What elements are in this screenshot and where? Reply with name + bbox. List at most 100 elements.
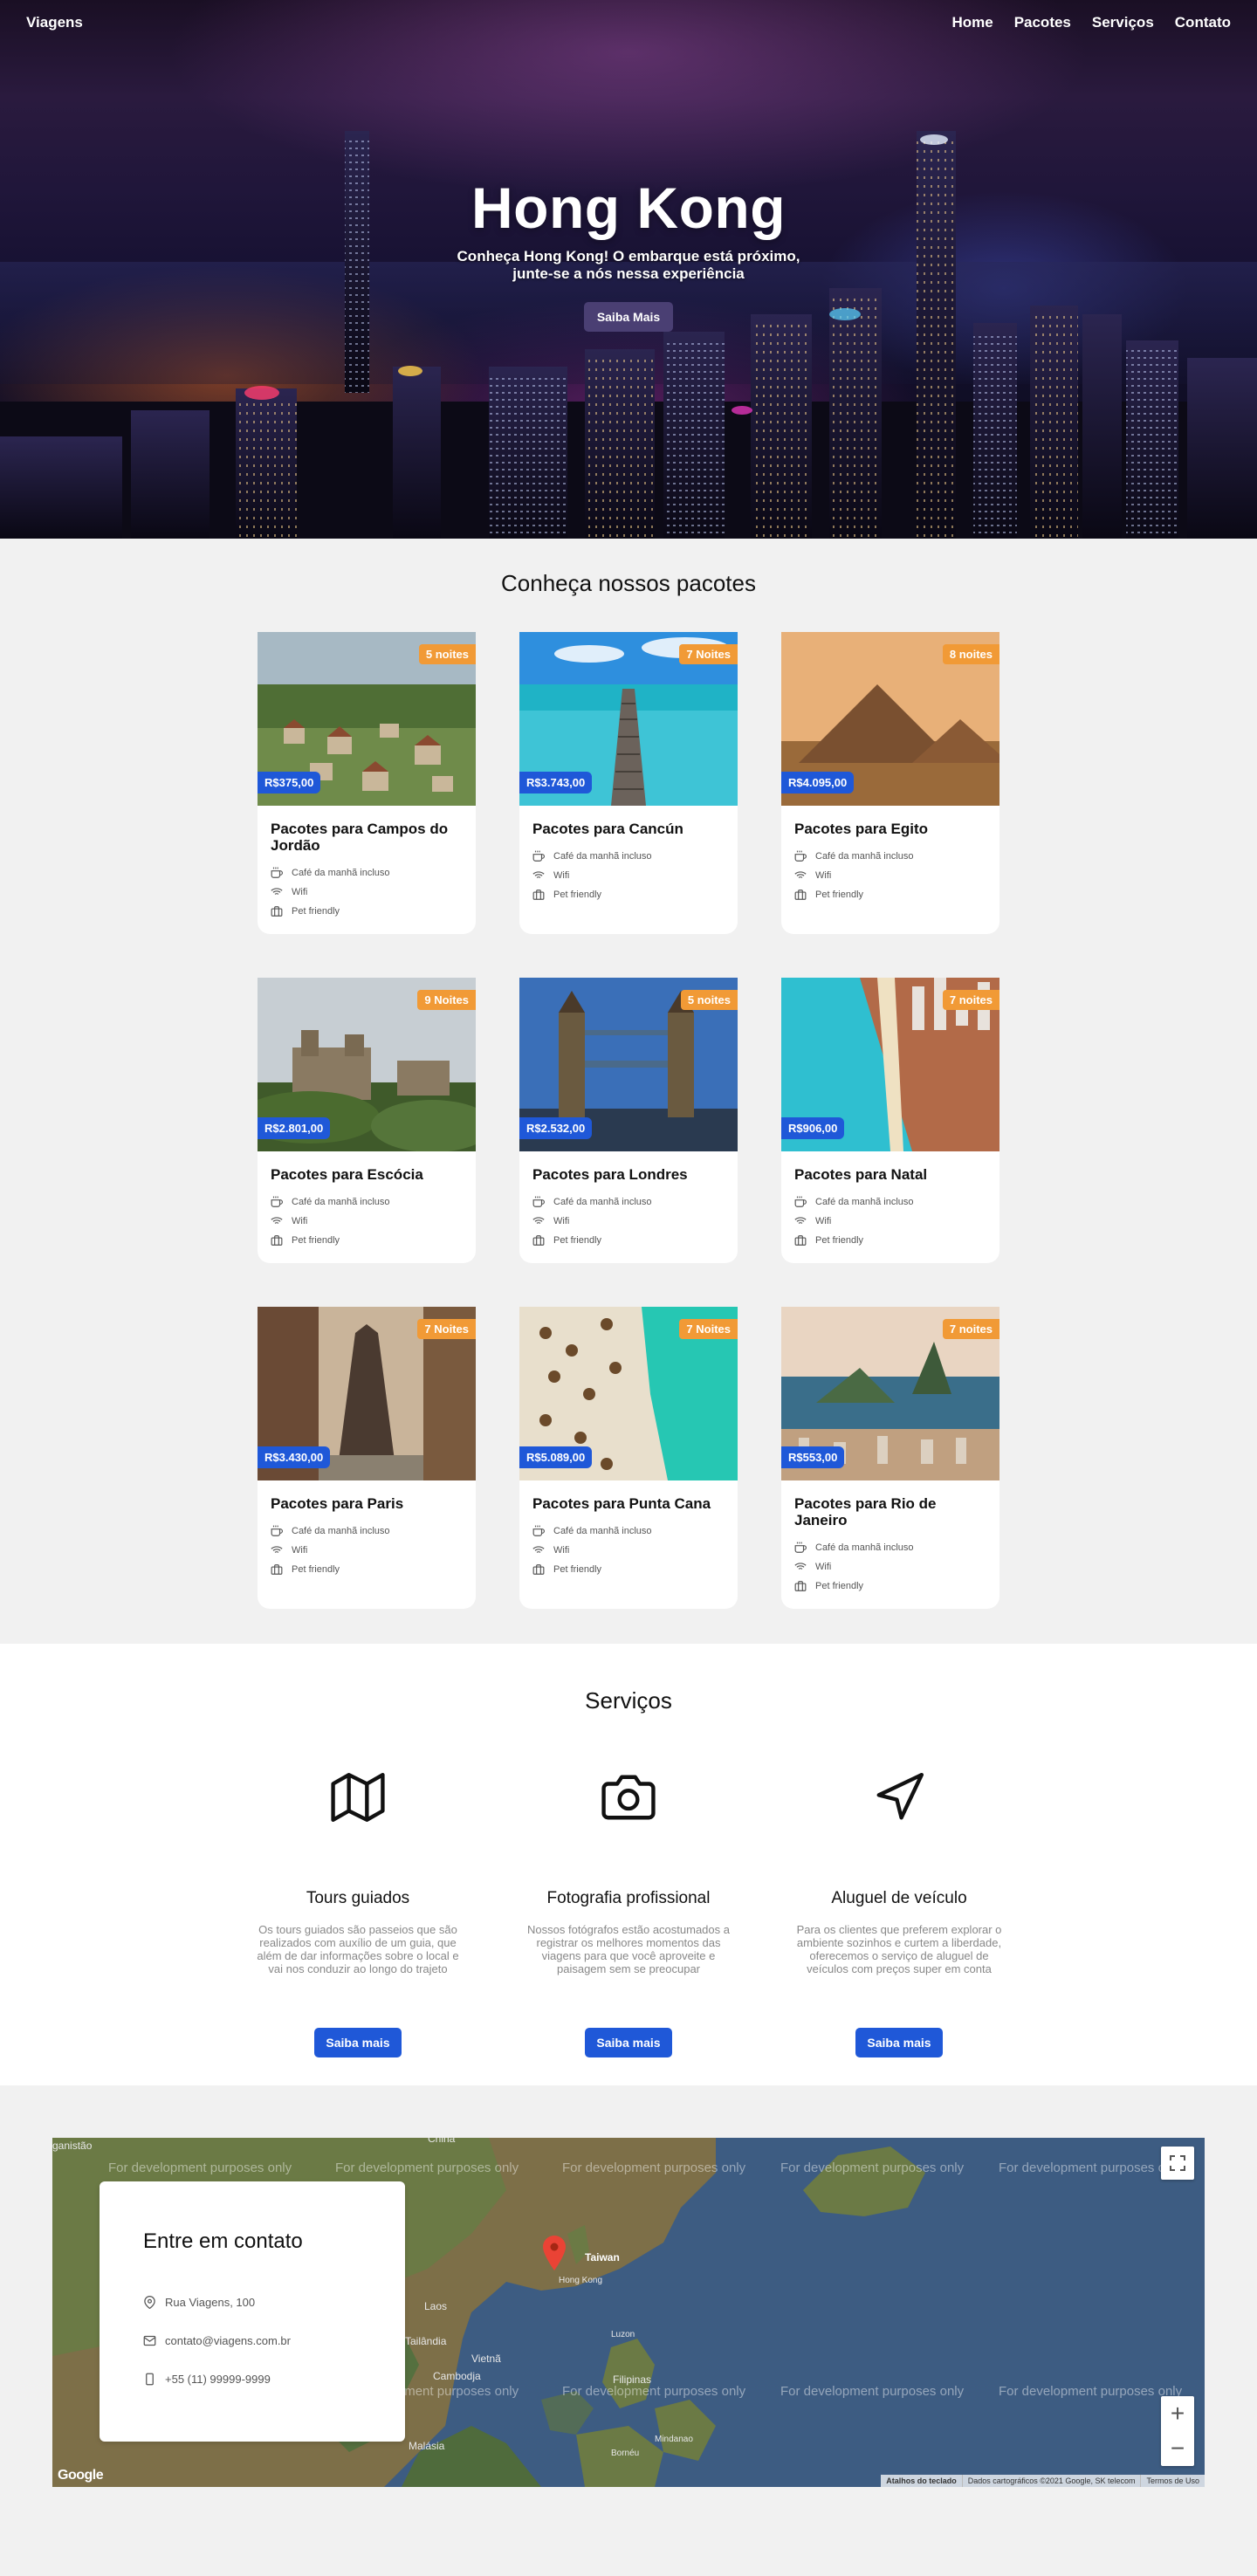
service-tours-saiba-mais-button[interactable]: Saiba mais [314,2028,402,2057]
package-title[interactable]: Pacotes para Escócia [271,1166,463,1183]
package-card[interactable]: 7 noites R$553,00 Pacotes para Rio de Ja… [781,1307,999,1609]
package-image[interactable]: 7 Noites R$3.430,00 [258,1307,476,1480]
packages-title: Conheça nossos pacotes [501,570,756,596]
service-aluguel-saiba-mais-button[interactable]: Saiba mais [855,2028,943,2057]
package-image[interactable]: 8 noites R$4.095,00 [781,632,999,806]
price-badge: R$5.089,00 [519,1446,593,1468]
package-feature-label: Café da manhã incluso [292,1197,390,1207]
package-feature: Pet friendly [532,1563,725,1577]
map-label-tailandia: Tailândia [405,2335,447,2347]
map-label-china: China [428,2138,456,2145]
package-feature: Café da manhã incluso [794,1195,986,1209]
service-card-tours: Tours guiados Os tours guiados são passe… [249,1767,467,2057]
package-feature: Café da manhã incluso [271,1195,463,1209]
package-image[interactable]: 5 noites R$2.532,00 [519,978,738,1151]
wifi-icon [532,871,545,878]
package-body: Pacotes para Escócia Café da manhã inclu… [258,1151,476,1263]
package-title[interactable]: Pacotes para Paris [271,1495,463,1512]
package-body: Pacotes para Campos do Jordão Café da ma… [258,806,476,934]
dev-watermark: For development purposes only [562,2384,746,2399]
hero-saiba-mais-button[interactable]: Saiba Mais [583,302,674,332]
nav-link-servicos[interactable]: Serviços [1092,14,1154,31]
services-section: Serviços Tours guiados Os tours guiados … [0,1644,1257,2085]
briefcase-icon [794,1235,807,1246]
coffee-icon [794,1196,807,1207]
price-badge: R$553,00 [781,1446,845,1468]
map-pin-outline-icon [144,2296,155,2309]
package-feature-label: Pet friendly [553,1235,602,1246]
package-feature-label: Wifi [292,1545,308,1556]
package-card[interactable]: 5 noites R$2.532,00 Pacotes para Londres… [519,978,738,1263]
package-title[interactable]: Pacotes para Punta Cana [532,1495,725,1512]
hero-subtitle: Conheça Hong Kong! O embarque está próxi… [457,248,800,282]
nav-link-contato[interactable]: Contato [1175,14,1231,31]
package-card[interactable]: 9 Noites R$2.801,00 Pacotes para Escócia… [258,978,476,1263]
hero: Viagens Home Pacotes Serviços Contato Ho… [0,0,1257,539]
nights-badge: 7 noites [942,1319,999,1339]
terms-link[interactable]: Termos de Uso [1140,2475,1205,2487]
package-feature: Wifi [532,1214,725,1228]
google-map[interactable]: China ganistão Taiwan Hong Kong Laos Tai… [52,2138,1205,2487]
briefcase-icon [271,1235,283,1246]
nights-badge: 7 noites [942,990,999,1010]
package-title[interactable]: Pacotes para Natal [794,1166,986,1183]
package-feature-label: Café da manhã incluso [553,1197,652,1207]
dev-watermark: For development purposes only [108,2160,292,2175]
package-card[interactable]: 5 noites R$375,00 Pacotes para Campos do… [258,632,476,934]
package-feature-label: Pet friendly [553,890,602,900]
package-card[interactable]: 7 Noites R$5.089,00 Pacotes para Punta C… [519,1307,738,1609]
keyboard-shortcuts-link[interactable]: Atalhos do teclado [881,2475,962,2487]
package-feature: Wifi [794,1214,986,1228]
wifi-icon [794,1217,807,1224]
package-feature-label: Wifi [553,870,570,881]
contact-phone-text[interactable]: +55 (11) 99999-9999 [165,2373,271,2386]
zoom-out-button[interactable]: − [1161,2431,1194,2466]
contact-card: Entre em contato Rua Viagens, 100 contat… [100,2181,405,2442]
package-title[interactable]: Pacotes para Londres [532,1166,725,1183]
package-feature: Wifi [271,1214,463,1228]
brand-logo[interactable]: Viagens [26,14,83,31]
contact-email-text[interactable]: contato@viagens.com.br [165,2334,291,2347]
package-feature: Wifi [271,885,463,899]
fullscreen-icon[interactable] [1161,2147,1194,2180]
coffee-icon [271,1196,283,1207]
package-card[interactable]: 8 noites R$4.095,00 Pacotes para Egito C… [781,632,999,934]
map-pin-icon[interactable] [543,2236,566,2270]
wifi-icon [794,1563,807,1570]
package-feature-label: Wifi [292,887,308,897]
dev-watermark: For development purposes only [780,2384,965,2399]
wifi-icon [271,1217,283,1224]
package-feature: Wifi [271,1543,463,1557]
briefcase-icon [532,890,545,900]
package-image[interactable]: 5 noites R$375,00 [258,632,476,806]
zoom-in-button[interactable]: + [1161,2396,1194,2431]
package-body: Pacotes para Londres Café da manhã inclu… [519,1151,738,1263]
package-card[interactable]: 7 noites R$906,00 Pacotes para Natal Caf… [781,978,999,1263]
package-image[interactable]: 7 Noites R$5.089,00 [519,1307,738,1480]
hero-title: Hong Kong [471,175,786,240]
coffee-icon [532,850,545,862]
package-image[interactable]: 7 noites R$906,00 [781,978,999,1151]
package-feature: Pet friendly [532,888,725,902]
price-badge: R$375,00 [258,772,321,793]
package-image[interactable]: 7 Noites R$3.743,00 [519,632,738,806]
package-card[interactable]: 7 Noites R$3.743,00 Pacotes para Cancún … [519,632,738,934]
package-body: Pacotes para Paris Café da manhã incluso… [258,1480,476,1592]
package-image[interactable]: 9 Noites R$2.801,00 [258,978,476,1152]
map-label-mindanao: Mindanao [655,2435,693,2444]
nav-link-home[interactable]: Home [951,14,993,31]
map-label-luzon: Luzon [611,2330,635,2339]
package-title[interactable]: Pacotes para Campos do Jordão [271,821,463,854]
package-feature-label: Wifi [553,1216,570,1226]
package-image[interactable]: 7 noites R$553,00 [781,1307,999,1480]
nights-badge: 5 noites [418,644,476,664]
package-feature: Pet friendly [794,888,986,902]
package-feature: Pet friendly [794,1233,986,1247]
package-card[interactable]: 7 Noites R$3.430,00 Pacotes para Paris C… [258,1307,476,1609]
nav-link-pacotes[interactable]: Pacotes [1014,14,1071,31]
package-feature-label: Pet friendly [292,1564,340,1575]
service-fotografia-saiba-mais-button[interactable]: Saiba mais [585,2028,672,2057]
package-title[interactable]: Pacotes para Cancún [532,821,725,837]
package-title[interactable]: Pacotes para Egito [794,821,986,837]
package-title[interactable]: Pacotes para Rio de Janeiro [794,1495,986,1528]
